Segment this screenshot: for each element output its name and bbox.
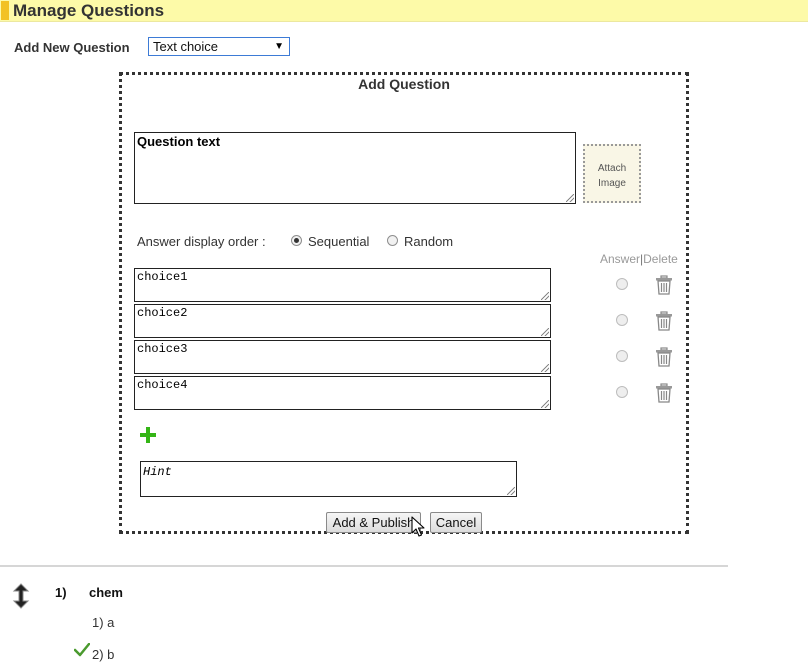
delete-column-header: Delete — [643, 252, 678, 266]
add-publish-button[interactable]: Add & Publish — [326, 512, 421, 533]
order-sequential-radio[interactable] — [291, 235, 302, 246]
correct-answer-radio-3[interactable] — [616, 350, 628, 362]
answer-delete-header: Answer|Delete — [600, 252, 678, 266]
choice-text: choice2 — [137, 306, 188, 320]
answer-column-header: Answer — [600, 252, 641, 266]
answer-order-label: Answer display order : — [137, 234, 266, 249]
hint-placeholder: Hint — [143, 465, 172, 479]
trash-icon[interactable] — [655, 275, 673, 295]
resize-grip-icon[interactable] — [541, 364, 549, 372]
question-text-placeholder: Question text — [137, 134, 221, 149]
order-sequential-label: Sequential — [308, 234, 370, 249]
resize-grip-icon[interactable] — [566, 194, 574, 202]
choice-text: choice4 — [137, 378, 188, 392]
question-text-input[interactable]: Question text — [134, 132, 576, 204]
resize-grip-icon[interactable] — [541, 400, 549, 408]
move-vertical-icon[interactable] — [11, 583, 31, 609]
answer-item: 1) a — [92, 615, 115, 630]
hint-input[interactable]: Hint — [140, 461, 517, 497]
order-random-label: Random — [404, 234, 454, 249]
cancel-button[interactable]: Cancel — [430, 512, 482, 533]
choice-input-1[interactable]: choice1 — [134, 268, 551, 302]
question-type-select[interactable]: Text choice ▼ — [148, 37, 290, 56]
resize-grip-icon[interactable] — [541, 292, 549, 300]
correct-answer-radio-4[interactable] — [616, 386, 628, 398]
mouse-cursor-icon — [411, 516, 425, 537]
section-divider — [0, 565, 728, 567]
correct-answer-radio-1[interactable] — [616, 278, 628, 290]
correct-answer-radio-2[interactable] — [616, 314, 628, 326]
resize-grip-icon[interactable] — [507, 487, 515, 495]
choice-input-3[interactable]: choice3 — [134, 340, 551, 374]
resize-grip-icon[interactable] — [541, 328, 549, 336]
attach-image-button[interactable]: Attach Image — [583, 144, 641, 203]
checkmark-icon — [74, 643, 90, 657]
trash-icon[interactable] — [655, 311, 673, 331]
attach-label-line1: Attach — [597, 163, 627, 174]
add-choice-plus-icon[interactable] — [140, 427, 156, 443]
answer-item-correct: 2) b — [92, 647, 115, 662]
choice-text: choice1 — [137, 270, 188, 284]
choice-input-2[interactable]: choice2 — [134, 304, 551, 338]
order-random-radio[interactable] — [387, 235, 398, 246]
question-number: 1) — [55, 585, 67, 600]
trash-icon[interactable] — [655, 383, 673, 403]
attach-label-line2: Image — [598, 178, 626, 189]
question-type-value: Text choice — [153, 39, 219, 54]
page-title: Manage Questions — [13, 1, 165, 20]
header-accent-bar — [1, 1, 9, 20]
panel-title: Add Question — [358, 76, 450, 92]
choice-input-4[interactable]: choice4 — [134, 376, 551, 410]
question-title[interactable]: chem — [89, 585, 123, 600]
trash-icon[interactable] — [655, 347, 673, 367]
choice-text: choice3 — [137, 342, 188, 356]
add-new-question-label: Add New Question — [14, 40, 130, 55]
dropdown-arrow-icon: ▼ — [274, 41, 284, 52]
